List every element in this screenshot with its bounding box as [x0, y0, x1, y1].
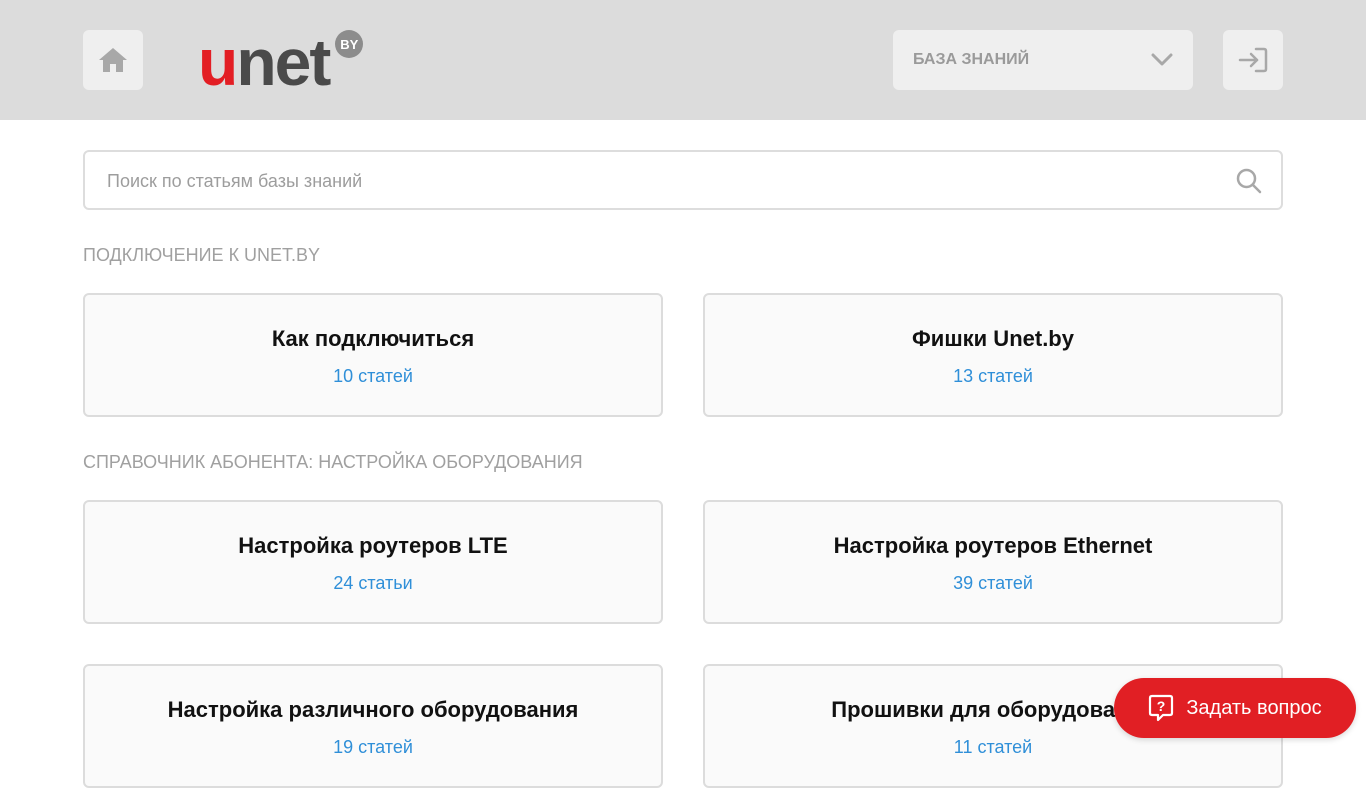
category-card-title: Настройка роутеров LTE: [238, 533, 508, 558]
category-card-count[interactable]: 39 статей: [705, 573, 1281, 594]
search-box: [83, 150, 1283, 210]
category-card-count[interactable]: 10 статей: [85, 366, 661, 387]
home-button[interactable]: [83, 30, 143, 90]
category-card-title: Настройка роутеров Ethernet: [833, 533, 1153, 558]
ask-question-button[interactable]: ? Задать вопрос: [1114, 678, 1356, 738]
category-card[interactable]: Настройка роутеров Ethernet 39 статей: [703, 500, 1283, 624]
chevron-down-icon: [1151, 53, 1173, 66]
knowledge-base-select[interactable]: БАЗА ЗНАНИЙ: [893, 30, 1193, 90]
category-card-title: Фишки Unet.by: [912, 326, 1074, 351]
category-card[interactable]: Настройка роутеров LTE 24 статьи: [83, 500, 663, 624]
logo-net: net: [236, 25, 331, 99]
search-icon[interactable]: [1235, 167, 1263, 195]
category-card-count[interactable]: 11 статей: [705, 737, 1281, 758]
ask-question-label: Задать вопрос: [1186, 696, 1322, 719]
logo-badge: BY: [335, 30, 364, 58]
category-card-count[interactable]: 13 статей: [705, 366, 1281, 387]
category-card-count[interactable]: 19 статей: [85, 737, 661, 758]
knowledge-base-select-label: БАЗА ЗНАНИЙ: [913, 51, 1030, 68]
login-icon: [1238, 47, 1268, 73]
category-card-title: Как подключиться: [271, 326, 475, 351]
category-card[interactable]: Фишки Unet.by 13 статей: [703, 293, 1283, 417]
question-icon: ?: [1149, 694, 1174, 722]
category-card-count[interactable]: 24 статьи: [85, 573, 661, 594]
logo-u: u: [198, 25, 238, 99]
search-input[interactable]: [105, 152, 1229, 210]
category-card[interactable]: Как подключиться 10 статей: [83, 293, 663, 417]
home-icon: [99, 48, 127, 72]
category-card-title: Настройка различного оборудования: [167, 697, 579, 722]
section-title-equipment: СПРАВОЧНИК АБОНЕНТА: НАСТРОЙКА ОБОРУДОВА…: [83, 452, 583, 472]
login-button[interactable]: [1223, 30, 1283, 90]
site-logo[interactable]: u net BY: [198, 25, 364, 99]
svg-text:?: ?: [1157, 698, 1166, 714]
site-header: u net BY БАЗА ЗНАНИЙ: [0, 0, 1366, 120]
category-card[interactable]: Настройка различного оборудования 19 ста…: [83, 664, 663, 788]
section-title-connection: ПОДКЛЮЧЕНИЕ К UNET.BY: [83, 245, 321, 265]
